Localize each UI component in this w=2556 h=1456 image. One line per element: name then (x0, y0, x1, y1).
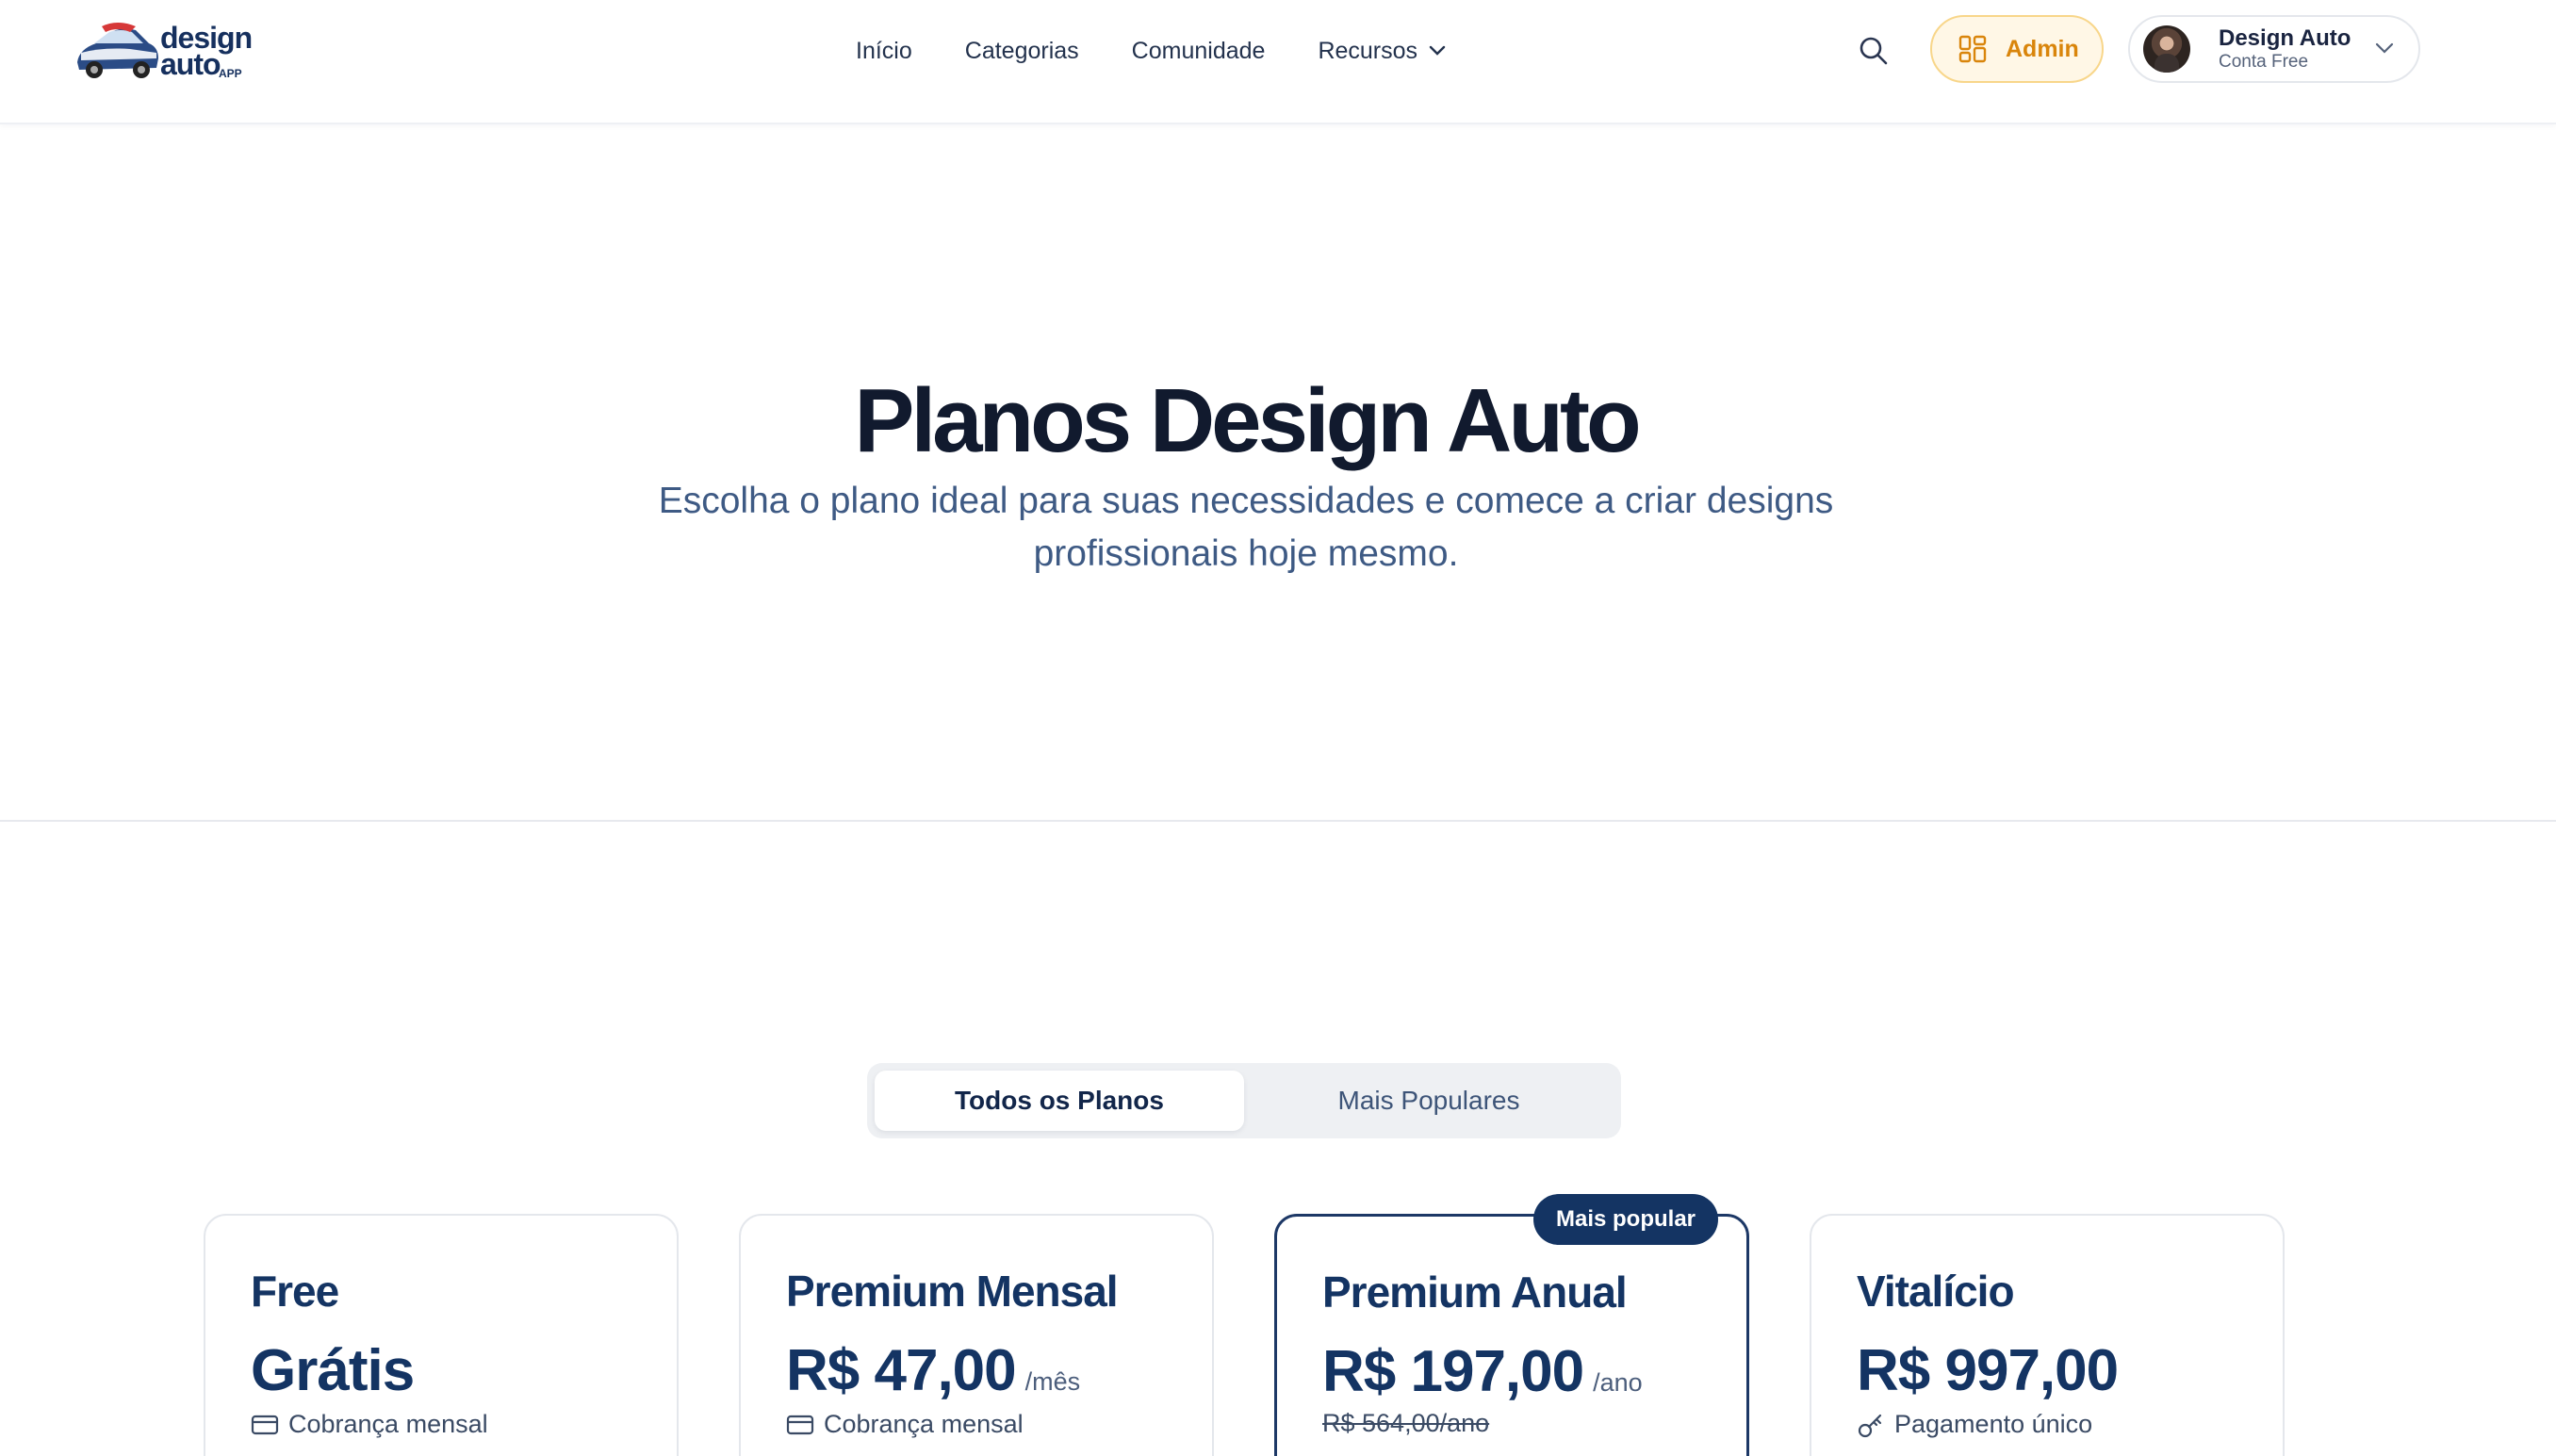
chevron-down-icon (1429, 45, 1446, 56)
page-subtitle: Escolha o plano ideal para suas necessid… (658, 481, 1834, 574)
logo-wordmark: design auto APP (160, 23, 253, 80)
nav-label: Categorias (964, 37, 1079, 64)
plan-name: Free (251, 1267, 339, 1316)
admin-button[interactable]: Admin (1930, 15, 2104, 83)
plan-billing: Cobrança mensal (251, 1410, 677, 1439)
page-title: Planos Design Auto (854, 370, 1641, 471)
plan-price-row: R$ 997,00 (1857, 1340, 2283, 1402)
plan-billing-text: Pagamento único (1894, 1410, 2093, 1438)
plan-price: Grátis (251, 1338, 415, 1403)
grid-icon (1958, 35, 1987, 63)
logo-tag: APP (219, 67, 242, 80)
user-plan: Conta Free (2219, 52, 2309, 72)
nav-item-recursos[interactable]: Recursos (1318, 38, 1446, 65)
plan-billing-text: Cobrança mensal (824, 1410, 1024, 1438)
chevron-down-icon (2375, 42, 2394, 54)
plan-old-price: R$ 564,00/ano (1322, 1409, 1490, 1437)
plan-price: R$ 47,00 (786, 1338, 1017, 1403)
plan-card-premium-mensal[interactable]: Premium Mensal R$ 47,00 /mês Cobrança me… (739, 1214, 1214, 1456)
section-divider (0, 820, 2556, 822)
top-header: design auto APP Início Categorias Comuni… (0, 0, 2556, 124)
logo[interactable]: design auto APP (74, 21, 253, 81)
nav-label: Comunidade (1131, 37, 1266, 64)
search-button[interactable] (1855, 32, 1892, 70)
user-menu-button[interactable]: Design Auto Conta Free (2128, 15, 2420, 83)
plan-filter-tabs: Todos os Planos Mais Populares (867, 1063, 1621, 1138)
tab-mais-populares[interactable]: Mais Populares (1244, 1071, 1614, 1131)
plan-price-row: R$ 47,00 /mês (786, 1340, 1212, 1402)
plan-price-row: R$ 197,00 /ano (1322, 1341, 1746, 1403)
nav-label: Início (856, 37, 912, 64)
plan-price: R$ 197,00 (1322, 1339, 1584, 1404)
admin-label: Admin (2006, 35, 2079, 62)
nav-label: Recursos (1318, 37, 1418, 64)
user-name: Design Auto (2219, 25, 2351, 51)
plan-period: /ano (1593, 1368, 1643, 1397)
popular-badge: Mais popular (1533, 1194, 1718, 1245)
plan-price-row: Grátis (251, 1340, 677, 1402)
avatar (2143, 25, 2190, 73)
plan-name: Premium Mensal (786, 1267, 1119, 1316)
nav-item-comunidade[interactable]: Comunidade (1132, 38, 1266, 65)
nav-item-categorias[interactable]: Categorias (965, 38, 1079, 65)
main-nav: Início Categorias Comunidade Recursos (856, 34, 1499, 68)
card-icon (251, 1415, 279, 1434)
nav-item-inicio[interactable]: Início (856, 38, 912, 65)
plan-card-free[interactable]: Free Grátis Cobrança mensal (204, 1214, 679, 1456)
plan-billing: Pagamento único (1857, 1410, 2283, 1439)
search-icon (1860, 37, 1888, 65)
user-meta: Design Auto Conta Free (2219, 25, 2351, 73)
plan-period: /mês (1024, 1367, 1081, 1396)
tab-todos-os-planos[interactable]: Todos os Planos (875, 1071, 1244, 1131)
plan-card-premium-anual[interactable]: Premium Anual R$ 197,00 /ano R$ 564,00/a… (1274, 1214, 1749, 1456)
plan-billing-text: Cobrança mensal (288, 1410, 488, 1438)
car-logo-icon (77, 23, 158, 78)
plan-price: R$ 997,00 (1857, 1338, 2119, 1403)
plan-card-vitalicio[interactable]: Vitalício R$ 997,00 Pagamento único (1810, 1214, 2285, 1456)
key-icon (1858, 1414, 1882, 1437)
card-icon (786, 1415, 814, 1434)
plan-billing: Cobrança mensal (786, 1410, 1212, 1439)
plan-name: Vitalício (1857, 1267, 2015, 1316)
plan-name: Premium Anual (1322, 1268, 1628, 1317)
